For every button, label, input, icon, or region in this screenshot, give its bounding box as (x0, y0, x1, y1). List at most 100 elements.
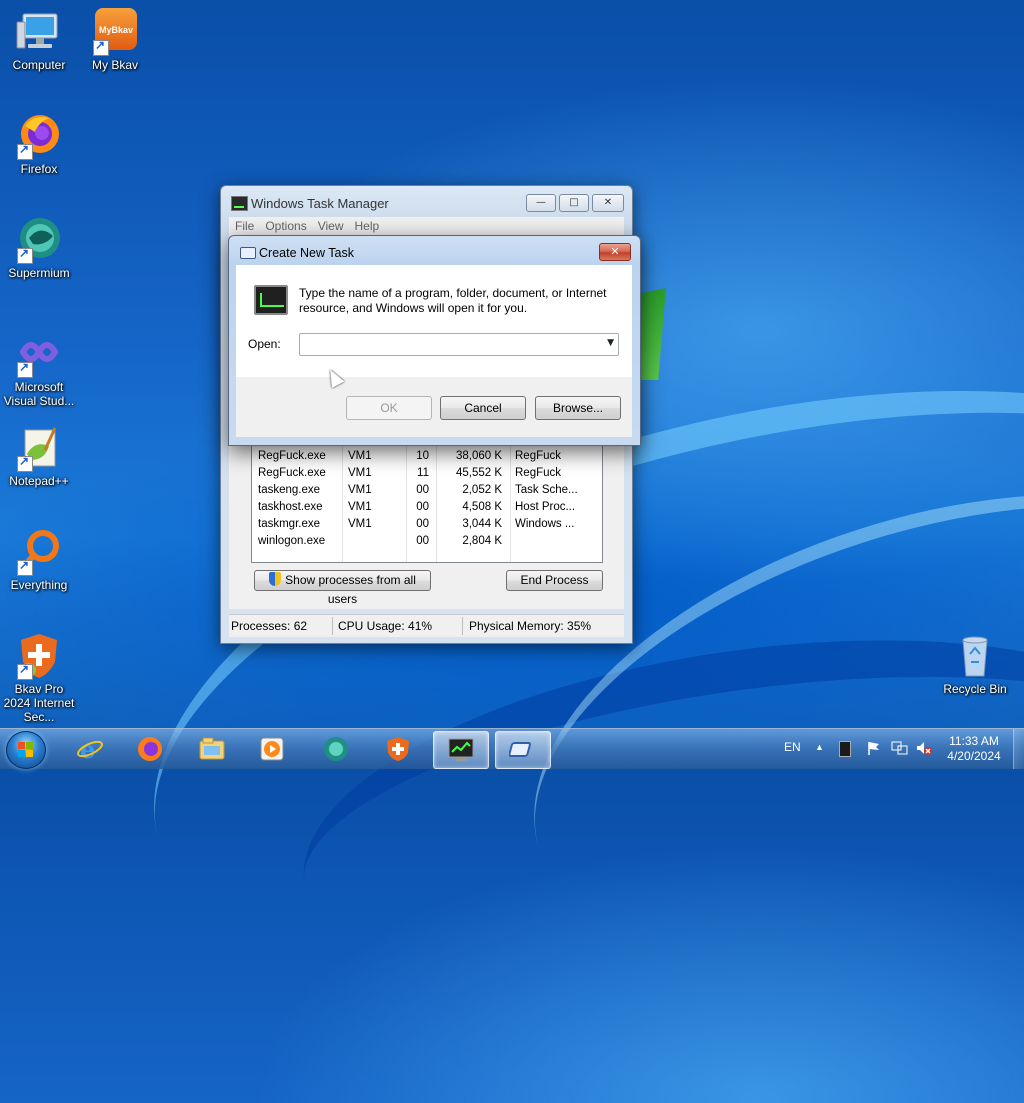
open-combobox[interactable]: ▼ (299, 333, 619, 356)
visual-studio-icon (15, 330, 63, 378)
process-user: VM1 (348, 501, 372, 513)
desktop-icon-label: Firefox (20, 162, 58, 176)
taskbar: e EN ▲ 11:33 AM 4/20/2024 (0, 728, 1024, 769)
show-hidden-icons-chevron-icon[interactable]: ▲ (815, 742, 824, 782)
desktop-icon-mybkav[interactable]: MyBkav My Bkav (77, 8, 153, 72)
task-manager-menubar: File Options View Help (229, 217, 624, 237)
supermium-icon (322, 736, 350, 762)
process-name: taskeng.exe (258, 484, 321, 496)
shortcut-arrow-icon (17, 142, 33, 160)
process-row[interactable]: winlogon.exe 00 2,804 K (252, 533, 602, 550)
firefox-icon (136, 736, 164, 762)
show-desktop-button[interactable] (1013, 729, 1024, 769)
ok-button[interactable]: OK (346, 396, 432, 420)
desktop-icon-computer[interactable]: Computer (1, 8, 77, 72)
shortcut-arrow-icon (17, 662, 33, 680)
taskbar-file-explorer[interactable] (185, 731, 239, 767)
process-description: RegFuck (515, 467, 562, 479)
start-button[interactable] (6, 731, 46, 769)
desktop-icon-visual-studio[interactable]: Microsoft Visual Stud... (1, 330, 77, 408)
action-center-flag-icon[interactable] (866, 740, 882, 780)
desktop-icon-supermium[interactable]: Supermium (1, 216, 77, 280)
taskbar-run-dialog[interactable] (495, 731, 551, 769)
task-manager-statusbar: Processes: 62 CPU Usage: 41% Physical Me… (229, 614, 624, 637)
create-new-task-dialog: Create New Task ✕ Type the name of a pro… (228, 235, 641, 446)
run-dialog-icon (508, 737, 537, 763)
show-all-processes-button[interactable]: Show processes from all users (254, 570, 431, 606)
chevron-down-icon[interactable]: ▼ (607, 338, 614, 348)
internet-explorer-icon: e (76, 735, 104, 764)
file-explorer-icon (198, 736, 226, 762)
desktop-icon-bkav-pro[interactable]: Bkav Pro 2024 Internet Sec... (1, 632, 77, 724)
run-dialog-icon (240, 247, 256, 259)
shortcut-arrow-icon (17, 360, 33, 378)
process-user: VM1 (348, 467, 372, 479)
process-memory: 4,508 K (462, 501, 502, 513)
maximize-button[interactable]: □ (559, 194, 589, 212)
taskbar-internet-explorer[interactable]: e (63, 731, 117, 767)
task-manager-title: Windows Task Manager (251, 196, 389, 211)
recycle-bin-icon (951, 632, 999, 680)
system-clock[interactable]: 11:33 AM 4/20/2024 (934, 734, 1014, 764)
computer-icon (15, 8, 63, 56)
desktop-icon-label: Notepad++ (9, 474, 69, 488)
mybkav-icon: MyBkav (91, 8, 139, 56)
process-memory: 2,804 K (462, 535, 502, 547)
media-player-icon (258, 736, 286, 762)
task-manager-icon (231, 196, 248, 211)
close-button[interactable]: ✕ (592, 194, 624, 212)
task-manager-tray-icon[interactable] (839, 741, 851, 757)
minimize-button[interactable]: — (526, 194, 556, 212)
desktop-icon-label: Microsoft Visual Stud... (3, 380, 75, 408)
desktop-icon-recycle-bin[interactable]: Recycle Bin (937, 632, 1013, 696)
taskbar-firefox[interactable] (123, 731, 177, 767)
taskbar-supermium[interactable] (309, 731, 363, 767)
process-cpu: 00 (416, 535, 429, 547)
process-name: taskmgr.exe (258, 518, 320, 530)
taskbar-task-manager[interactable] (433, 731, 489, 769)
shortcut-arrow-icon (17, 454, 33, 472)
dialog-close-button[interactable]: ✕ (599, 243, 631, 261)
menu-file[interactable]: File (229, 217, 259, 233)
taskbar-bkav[interactable] (371, 731, 425, 767)
process-cpu: 10 (416, 450, 429, 462)
shortcut-arrow-icon (17, 558, 33, 576)
process-memory: 38,060 K (455, 450, 502, 462)
menu-options[interactable]: Options (259, 217, 311, 233)
network-icon[interactable] (891, 740, 909, 780)
process-list[interactable]: RegFuck.exeVM11538,208 KRegFuck RegFuck.… (251, 437, 603, 563)
everything-icon (15, 528, 63, 576)
uac-shield-icon (269, 572, 282, 586)
process-memory: 2,052 K (462, 484, 502, 496)
process-row[interactable]: taskeng.exe VM1 00 2,052 K Task Sche... (252, 482, 602, 499)
process-row[interactable]: RegFuck.exe VM1 11 45,552 K RegFuck (252, 465, 602, 482)
desktop-icon-notepadplusplus[interactable]: Notepad++ (1, 424, 77, 488)
process-row[interactable]: RegFuck.exe VM1 10 38,060 K RegFuck (252, 448, 602, 465)
desktop-icon-label: Computer (12, 58, 66, 72)
browse-button[interactable]: Browse... (535, 396, 621, 420)
status-separator (462, 617, 463, 635)
status-processes: Processes: 62 (231, 619, 308, 633)
process-description: Windows ... (515, 518, 575, 530)
cancel-button[interactable]: Cancel (440, 396, 526, 420)
taskbar-media-player[interactable] (245, 731, 299, 767)
dialog-description: Type the name of a program, folder, docu… (299, 286, 607, 315)
end-process-button[interactable]: End Process (506, 570, 603, 591)
firefox-icon (15, 112, 63, 160)
menu-view[interactable]: View (312, 217, 349, 233)
volume-muted-icon[interactable] (915, 740, 933, 780)
language-indicator[interactable]: EN (784, 740, 801, 780)
process-user: VM1 (348, 450, 372, 462)
process-row[interactable]: taskhost.exe VM1 00 4,508 K Host Proc... (252, 499, 602, 516)
shortcut-arrow-icon (93, 38, 109, 56)
menu-help[interactable]: Help (349, 217, 385, 233)
supermium-icon (15, 216, 63, 264)
dialog-title: Create New Task (259, 246, 354, 260)
process-row[interactable]: taskmgr.exe VM1 00 3,044 K Windows ... (252, 516, 602, 533)
desktop-icon-firefox[interactable]: Firefox (1, 112, 77, 176)
desktop-icon-everything[interactable]: Everything (1, 528, 77, 592)
process-user: VM1 (348, 518, 372, 530)
status-physical-memory: Physical Memory: 35% (469, 619, 592, 633)
windows-logo-icon (18, 742, 34, 758)
process-name: winlogon.exe (258, 535, 326, 547)
